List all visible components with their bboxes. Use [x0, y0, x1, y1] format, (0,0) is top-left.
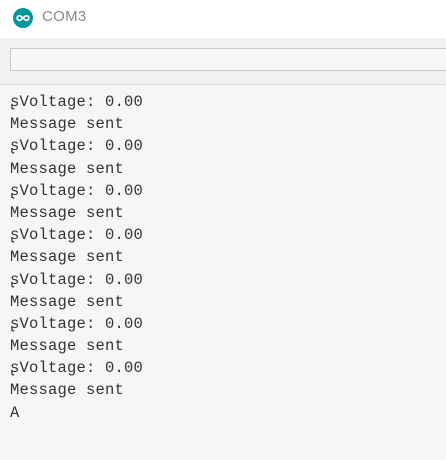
- output-line: Message sent: [10, 337, 125, 356]
- output-lines: ʂVoltage: 0.00 Message sent ʂVoltage: 0.00…: [10, 91, 143, 424]
- output-line: ʂVoltage: 0.00: [10, 359, 144, 378]
- output-line: Message sent: [10, 159, 125, 178]
- output-line: ʂVoltage: 0.00: [10, 270, 144, 289]
- infinity-icon: [13, 8, 33, 28]
- output-line: ʂVoltage: 0.00: [10, 93, 144, 111]
- output-line: A: [10, 403, 20, 422]
- send-toolbar: [0, 38, 446, 84]
- serial-output[interactable]: ʂVoltage: 0.00 Message sent ʂVoltage: 0.00…: [0, 84, 446, 460]
- output-line: ʂVoltage: 0.00: [10, 181, 144, 200]
- output-line: Message sent: [10, 292, 125, 311]
- output-line: Message sent: [10, 248, 125, 267]
- output-line: ʂVoltage: 0.00: [10, 226, 144, 245]
- output-line: Message sent: [10, 203, 125, 222]
- output-line: ʂVoltage: 0.00: [10, 314, 144, 333]
- output-line: ʂVoltage: 0.00: [10, 137, 144, 156]
- output-line: Message sent: [10, 115, 125, 134]
- title-bar: COM3: [0, 0, 446, 38]
- send-input[interactable]: [10, 48, 446, 71]
- output-line: Message sent: [10, 381, 125, 400]
- serial-monitor-window: COM3 ʂVoltage: 0.00 Message sent ʂVoltage:…: [0, 0, 446, 460]
- window-title: COM3: [42, 8, 87, 25]
